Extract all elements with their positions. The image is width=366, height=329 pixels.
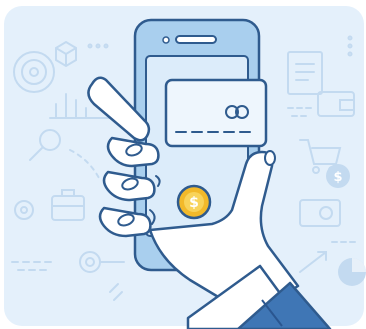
payment-illustration: $ $ bbox=[4, 6, 366, 329]
floating-coin: $ bbox=[326, 164, 350, 188]
speaker-slot bbox=[175, 35, 217, 44]
front-camera bbox=[162, 36, 170, 44]
illustration-canvas: $ $ bbox=[0, 0, 366, 329]
pie-chart-icon bbox=[338, 258, 366, 286]
credit-card bbox=[164, 78, 268, 148]
floating-coin-symbol: $ bbox=[333, 170, 342, 185]
coin-symbol: $ bbox=[189, 195, 199, 211]
dollar-coin: $ bbox=[176, 184, 212, 220]
